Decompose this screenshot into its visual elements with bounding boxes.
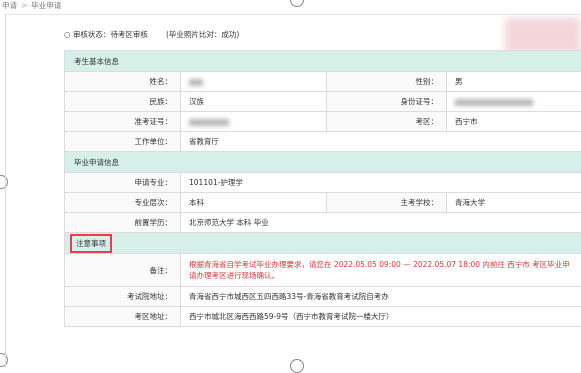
photo-compare: (毕业照片比对：成功) xyxy=(166,30,239,39)
notice-title: 注意事项 xyxy=(70,234,112,253)
breadcrumb-parent[interactable]: 申请 xyxy=(2,1,17,10)
area-label: 考区： xyxy=(327,112,447,132)
ticket-label: 准考证号： xyxy=(65,112,181,132)
exam-addr-value: 青海省西宁市城西区五四西路33号-青海省教育考试院自考办 xyxy=(181,287,581,307)
review-status: ○ 审核状态：待考区审核 (毕业照片比对：成功) xyxy=(64,28,239,42)
major-label: 申请专业： xyxy=(65,173,181,193)
name-label: 姓名： xyxy=(65,72,181,92)
name-value xyxy=(181,72,327,92)
prev-edu-label: 前置学历： xyxy=(65,213,181,233)
breadcrumb-separator: > xyxy=(21,1,27,10)
ethnic-value: 汉族 xyxy=(181,92,327,112)
major-value: 101101-护理学 xyxy=(181,173,581,193)
id-label: 身份证号： xyxy=(327,92,447,112)
info-table: 考生基本信息 姓名： 性别： 男 民族： 汉族 身份证号： 准考证号： 考区： … xyxy=(64,50,581,327)
work-value: 省教育厅 xyxy=(181,132,581,152)
status-value: 待考区审核 xyxy=(110,30,148,39)
ticket-value xyxy=(181,112,327,132)
prev-edu-value: 北京师范大学 本科 毕业 xyxy=(181,213,581,233)
exam-addr-label: 考试院地址： xyxy=(65,287,181,307)
status-circle-icon: ○ xyxy=(64,30,71,39)
gender-label: 性别： xyxy=(327,72,447,92)
status-label: 审核状态： xyxy=(73,30,111,39)
id-value xyxy=(447,92,581,112)
remark-label: 备注： xyxy=(65,254,181,287)
school-value: 青海大学 xyxy=(447,193,581,213)
section-basic-info: 考生基本信息 xyxy=(65,51,581,72)
breadcrumb-current: 毕业申请 xyxy=(31,1,61,10)
area-value: 西宁市 xyxy=(447,112,581,132)
level-value: 本科 xyxy=(181,193,327,213)
area-addr-value: 西宁市城北区海西西路59-9号（西宁市教育考试院一楼大厅） xyxy=(181,307,581,327)
school-label: 主考学校： xyxy=(327,193,447,213)
remark-value: 根据青海省自学考试毕业办理要求，请您在 2022.05.05 09:00 — 2… xyxy=(181,254,581,287)
redacted-photo xyxy=(505,18,581,54)
section-apply-info: 毕业申请信息 xyxy=(65,152,581,173)
section-notice: 注意事项 xyxy=(65,233,581,254)
area-addr-label: 考区地址： xyxy=(65,307,181,327)
gender-value: 男 xyxy=(447,72,581,92)
work-label: 工作单位： xyxy=(65,132,181,152)
level-label: 专业层次： xyxy=(65,193,181,213)
ethnic-label: 民族： xyxy=(65,92,181,112)
